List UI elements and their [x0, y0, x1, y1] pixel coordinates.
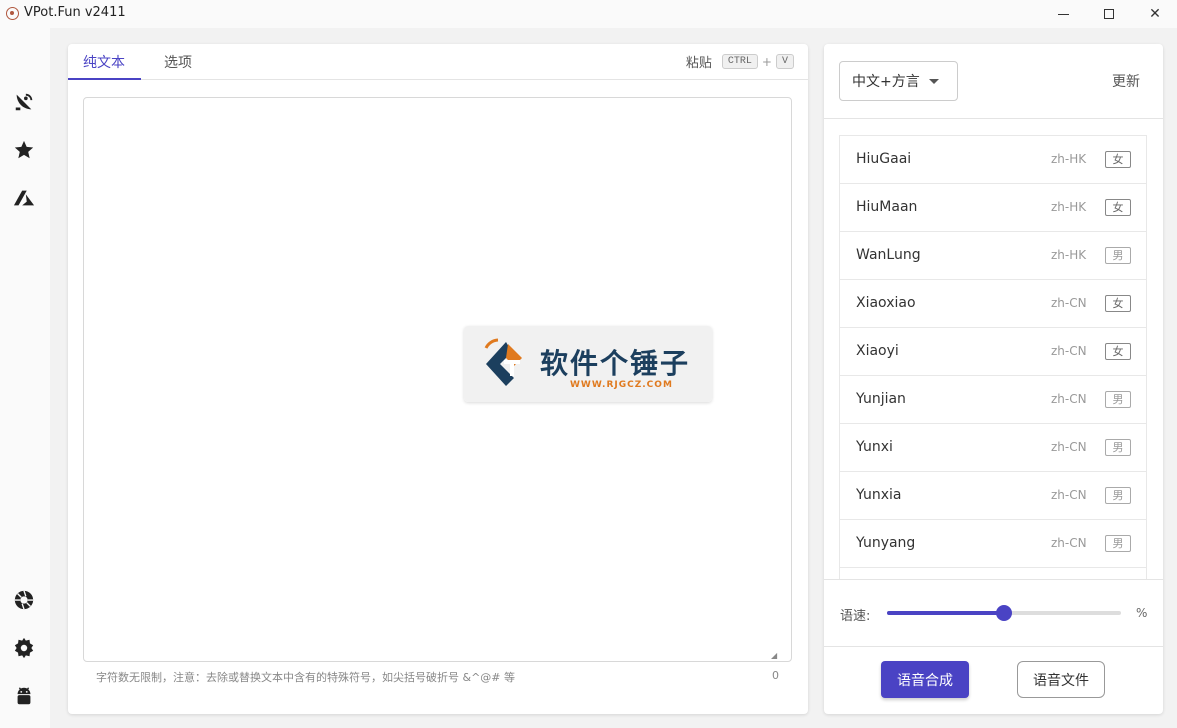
- satellite-dish-icon[interactable]: [12, 90, 36, 114]
- voice-item[interactable]: Yunxia zh-CN 男: [840, 472, 1146, 520]
- resize-handle-icon[interactable]: ◢: [771, 651, 779, 660]
- speed-slider-fill: [887, 611, 1004, 615]
- voice-item[interactable]: HiuGaai zh-HK 女: [840, 136, 1146, 184]
- voice-locale: zh-CN: [1051, 536, 1087, 550]
- kbd-plus: +: [761, 54, 772, 69]
- minimize-button[interactable]: [1040, 0, 1086, 28]
- voice-item[interactable]: Yunxi zh-CN 男: [840, 424, 1146, 472]
- azure-icon[interactable]: [12, 186, 36, 210]
- title-bar: VPot.Fun v2411 ✕: [0, 0, 1177, 28]
- voice-locale: zh-CN: [1051, 392, 1087, 406]
- voice-item[interactable]: Yunyang zh-CN 男: [840, 520, 1146, 568]
- voice-name: Yunjian: [856, 391, 906, 407]
- input-hint: 字符数无限制，注意：去除或替换文本中含有的特殊符号，如尖括号破折号 &^@# 等: [96, 671, 516, 684]
- tab-indicator: [68, 78, 141, 80]
- voice-name: Xiaoyi: [856, 343, 899, 359]
- app-logo-icon: [6, 7, 19, 20]
- voice-item[interactable]: WanLung zh-HK 男: [840, 232, 1146, 280]
- paste-label: 粘贴: [685, 56, 712, 71]
- divider: [824, 646, 1163, 647]
- speed-unit: %: [1136, 606, 1148, 620]
- tab-options[interactable]: 选项: [164, 52, 192, 72]
- voice-gender-badge: 男: [1105, 439, 1131, 456]
- voice-locale: zh-HK: [1051, 152, 1087, 166]
- maximize-button[interactable]: [1086, 0, 1132, 28]
- voice-locale: zh-HK: [1051, 200, 1087, 214]
- paste-shortcut[interactable]: 粘贴 CTRL + V: [686, 52, 794, 71]
- char-count: 0: [772, 669, 779, 682]
- voice-name: Yunyang: [856, 535, 916, 551]
- star-icon[interactable]: [12, 138, 36, 162]
- close-icon: ✕: [1149, 6, 1161, 22]
- speed-slider-thumb[interactable]: [996, 605, 1012, 621]
- voice-gender-badge: 女: [1105, 151, 1131, 168]
- voice-gender-badge: 女: [1105, 295, 1131, 312]
- voice-gender-badge: 女: [1105, 343, 1131, 360]
- android-icon[interactable]: [12, 684, 36, 708]
- aperture-icon[interactable]: [12, 588, 36, 612]
- close-button[interactable]: ✕: [1132, 0, 1177, 28]
- voice-name: Xiaoxiao: [856, 295, 916, 311]
- language-selected: 中文+方言: [852, 74, 920, 90]
- watermark-url: WWW.RJGCZ.COM: [570, 380, 673, 390]
- maximize-icon: [1104, 9, 1114, 19]
- voice-locale: zh-HK: [1051, 248, 1087, 262]
- watermark-title: 软件个锤子: [540, 347, 691, 380]
- divider: [824, 118, 1163, 119]
- voice-name: Yunxi: [856, 439, 893, 455]
- minimize-icon: [1057, 13, 1069, 15]
- voice-gender-badge: 男: [1105, 487, 1131, 504]
- voice-name: HiuMaan: [856, 199, 918, 215]
- voice-item[interactable]: HiuMaan zh-HK 女: [840, 184, 1146, 232]
- voice-locale: zh-CN: [1051, 296, 1087, 310]
- voice-item[interactable]: Xiaoxiao zh-CN 女: [840, 280, 1146, 328]
- caret-down-icon: [929, 79, 939, 84]
- editor-tabs: 纯文本 选项 粘贴 CTRL + V: [68, 44, 808, 80]
- audio-file-button[interactable]: 语音文件: [1017, 661, 1105, 698]
- refresh-button[interactable]: 更新: [1112, 71, 1140, 91]
- voice-name: HiuGaai: [856, 151, 912, 167]
- voice-gender-badge: 女: [1105, 199, 1131, 216]
- speed-label: 语速:: [840, 609, 871, 624]
- voice-locale: zh-CN: [1051, 488, 1087, 502]
- gear-icon[interactable]: [12, 636, 36, 660]
- voices-panel: 中文+方言 更新 HiuGaai zh-HK 女 HiuMaan zh-HK 女 WanLu…: [824, 44, 1163, 714]
- speed-slider[interactable]: [887, 605, 1121, 621]
- voice-item[interactable]: Xiaoyi zh-CN 女: [840, 328, 1146, 376]
- divider: [824, 579, 1163, 580]
- tab-plain-text[interactable]: 纯文本: [83, 52, 125, 72]
- kbd-v: V: [775, 54, 794, 69]
- voice-locale: zh-CN: [1051, 440, 1087, 454]
- sidebar: [0, 28, 50, 728]
- voice-locale: zh-CN: [1051, 344, 1087, 358]
- voice-list[interactable]: HiuGaai zh-HK 女 HiuMaan zh-HK 女 WanLung zh-HK 男 X…: [839, 135, 1147, 579]
- language-select[interactable]: 中文+方言: [839, 61, 958, 101]
- voice-name: Yunxia: [856, 487, 902, 503]
- voice-gender-badge: 男: [1105, 535, 1131, 552]
- window-title: VPot.Fun v2411: [24, 5, 126, 20]
- voice-name: WanLung: [856, 247, 921, 263]
- voice-gender-badge: 男: [1105, 247, 1131, 264]
- voice-gender-badge: 男: [1105, 391, 1131, 408]
- voice-item[interactable]: Yunjian zh-CN 男: [840, 376, 1146, 424]
- watermark-logo-icon: [484, 338, 522, 386]
- kbd-ctrl: CTRL: [721, 54, 758, 69]
- synthesize-button[interactable]: 语音合成: [881, 661, 969, 698]
- watermark: 软件个锤子 WWW.RJGCZ.COM: [464, 326, 712, 402]
